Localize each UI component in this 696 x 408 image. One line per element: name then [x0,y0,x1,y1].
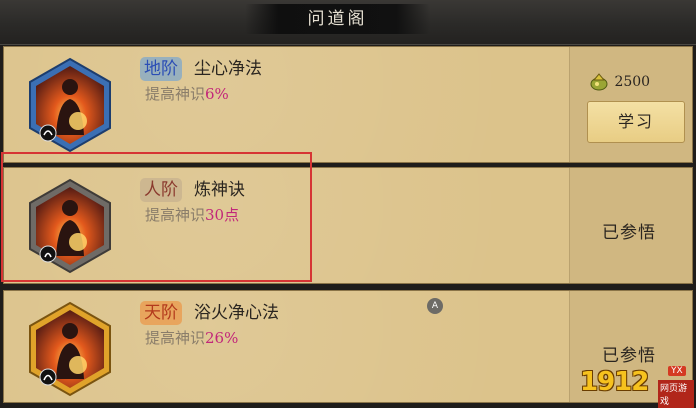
watermark-logo: 1912 YX 网页游戏 [580,365,694,408]
learned-status: 已参悟 [602,223,656,243]
meditating-figure-flame-icon [29,301,111,397]
meditating-figure-flame-icon [29,57,111,153]
skill-card-1[interactable]: 地阶 尘心净法 提高神识6% 2500 学习 [3,46,693,163]
learned-status: 已参悟 [602,346,656,366]
learn-button[interactable]: 学习 [587,101,685,143]
effect-label: 提高神识 [145,85,206,103]
effect-value: 6% [205,85,229,103]
skill-effect: 提高神识26% [145,327,238,348]
cost-value: 2500 [614,74,651,90]
skill-effect: 提高神识6% [145,83,229,104]
tier-badge: 地阶 [140,57,182,81]
cost-row: 2500 [588,71,650,93]
spirit-stone-icon [590,73,608,91]
watermark-yx: YX [668,366,686,376]
skill-name: 尘心净法 [194,59,262,79]
highlight-box [1,152,312,282]
watermark-number: 1912 [580,367,649,397]
watermark-subtitle: 网页游戏 [658,380,694,408]
effect-label: 提高神识 [145,329,206,347]
skill-name: 浴火净心法 [194,303,279,323]
top-bar: 问道阁 [0,0,696,45]
tier-badge: 天阶 [140,301,182,325]
effect-value: 26% [205,329,239,347]
a-marker-icon: A [427,298,443,314]
page-title: 问道阁 [307,9,368,29]
